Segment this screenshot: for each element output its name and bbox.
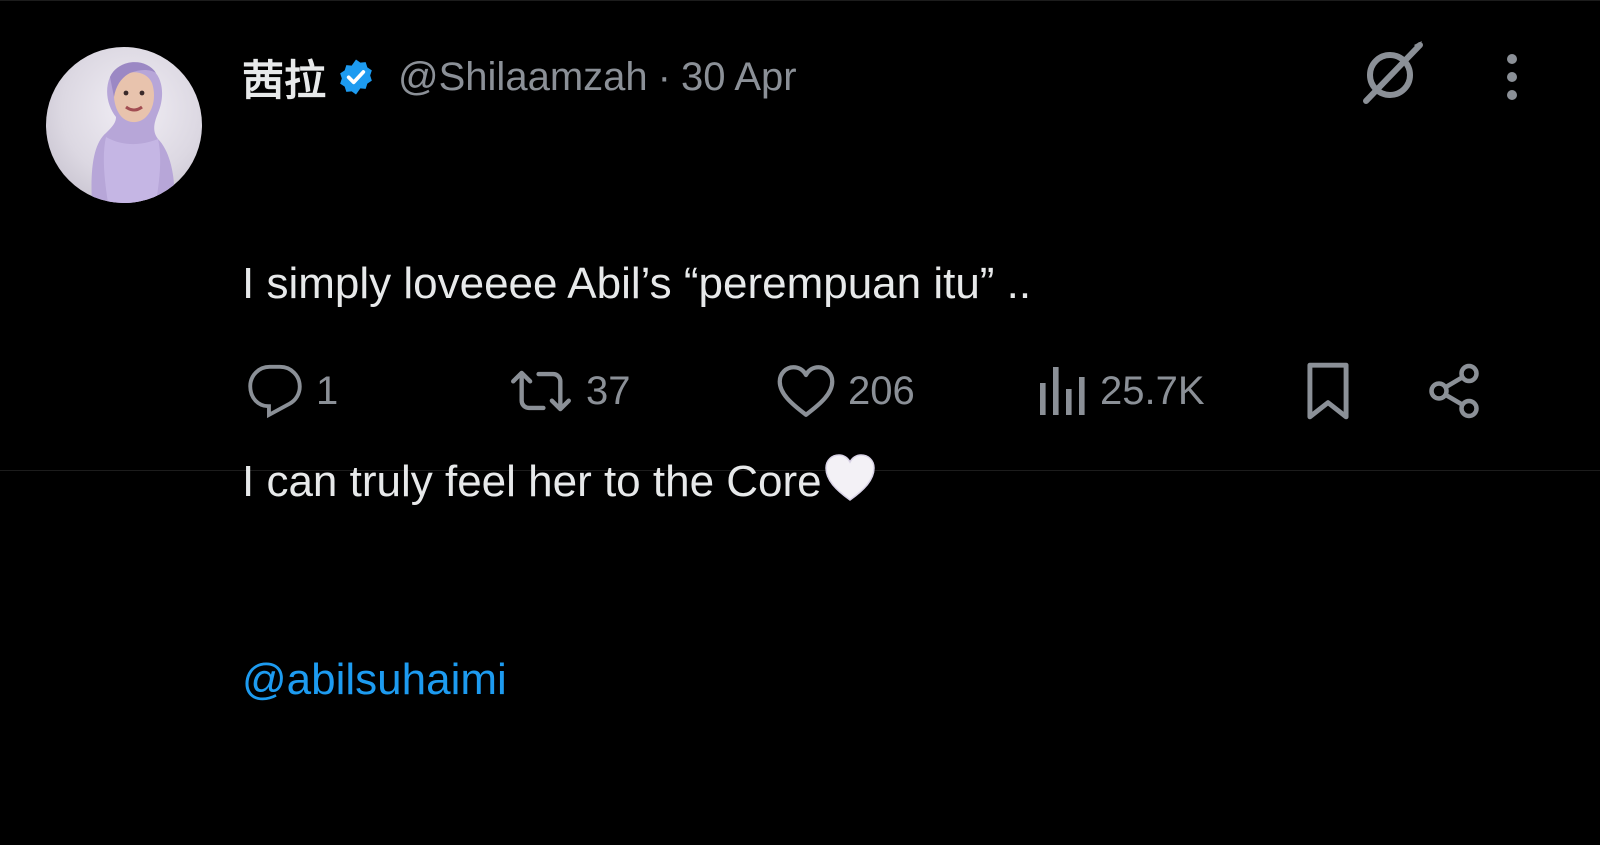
tweet-text: I simply loveeee Abil’s “perempuan itu” … <box>242 119 1031 845</box>
like-icon <box>777 365 835 417</box>
user-handle[interactable]: @Shilaamzah <box>398 55 648 100</box>
tweet-date[interactable]: 30 Apr <box>681 55 797 100</box>
separator-dot: · <box>657 54 671 99</box>
like-button[interactable]: 206 <box>776 356 915 426</box>
bookmark-icon <box>1307 362 1349 420</box>
repost-icon <box>511 370 571 412</box>
share-icon <box>1429 363 1479 419</box>
mention-link[interactable]: @abilsuhaimi <box>242 647 1031 713</box>
view-count: 25.7K <box>1100 368 1205 413</box>
tweet-text-line-1: I simply loveeee Abil’s “perempuan itu” … <box>242 259 1032 308</box>
reply-button[interactable]: 1 <box>246 356 338 426</box>
tweet-card[interactable]: 茜拉 @Shilaamzah · 30 Apr I simply loveeee… <box>0 0 1600 704</box>
tweet-text-line-2: I can truly feel her to the Core <box>242 449 1031 515</box>
verified-badge-icon[interactable] <box>336 57 376 97</box>
views-button[interactable]: 25.7K <box>1036 356 1205 426</box>
more-icon[interactable] <box>1500 37 1524 109</box>
grok-icon[interactable] <box>1356 37 1428 109</box>
action-bar: 1 37 206 25.7K <box>0 356 1600 426</box>
share-button[interactable] <box>1424 356 1484 426</box>
reply-icon <box>248 364 302 419</box>
like-count: 206 <box>848 368 915 413</box>
tweet-text-line-2-text: I can truly feel her to the Core <box>242 457 822 506</box>
reply-count: 1 <box>316 368 339 413</box>
repost-button[interactable]: 37 <box>508 356 631 426</box>
display-name[interactable]: 茜拉 <box>242 47 326 108</box>
repost-count: 37 <box>586 368 631 413</box>
white-heart-icon <box>824 454 876 502</box>
tweet-header: 茜拉 @Shilaamzah · 30 Apr <box>242 49 797 105</box>
avatar[interactable] <box>46 47 202 203</box>
bookmark-button[interactable] <box>1302 356 1354 426</box>
views-icon <box>1040 367 1085 415</box>
